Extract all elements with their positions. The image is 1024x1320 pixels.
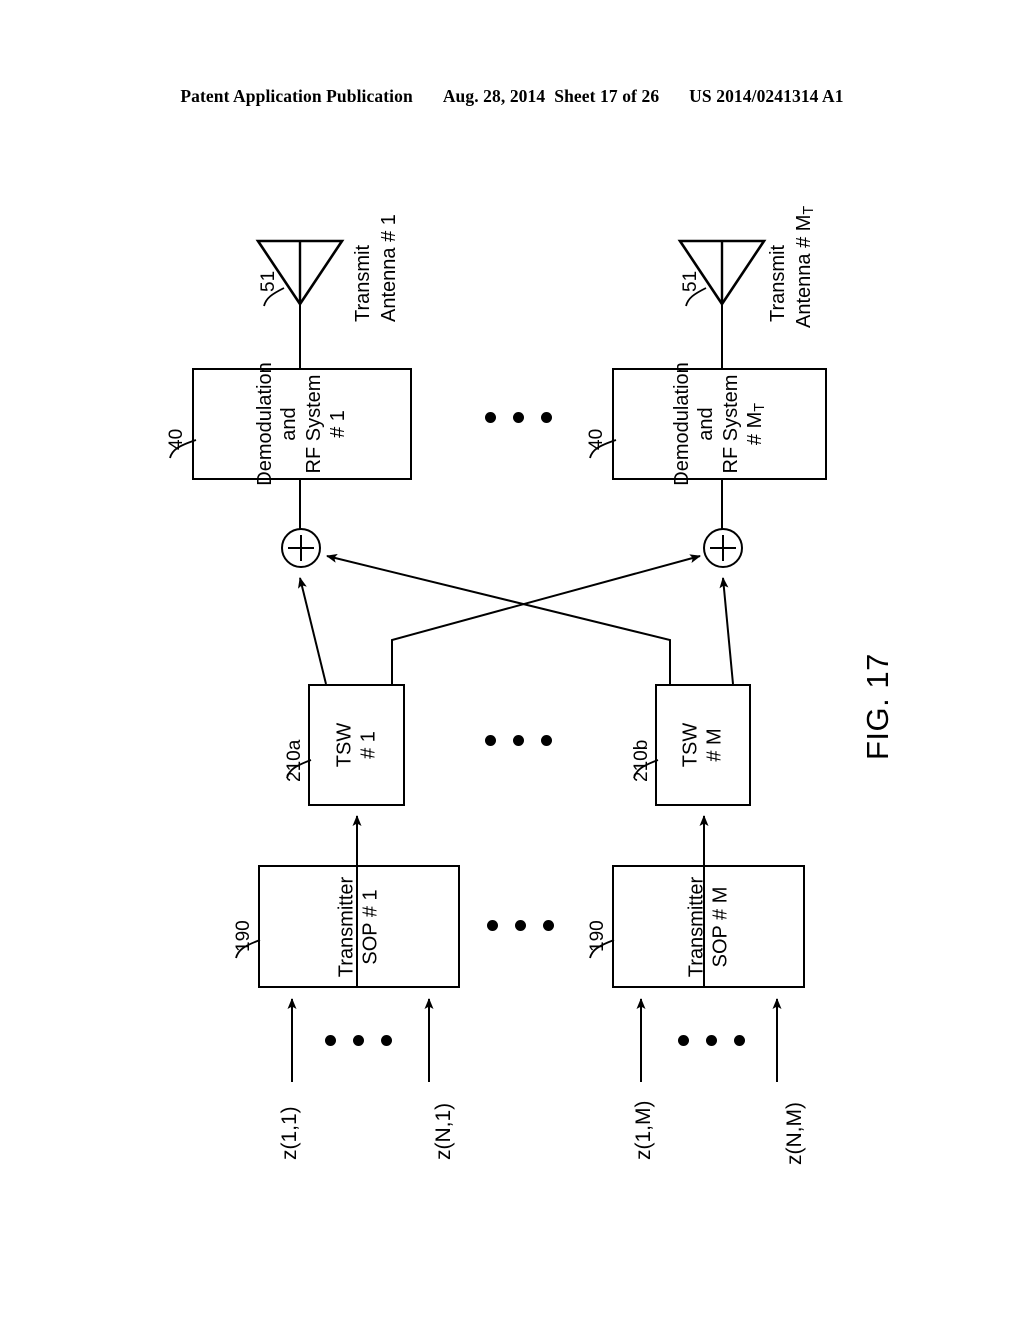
demod-1-line3: RF System — [303, 374, 325, 474]
antenna-mt-ref: 51 — [680, 270, 701, 292]
input-signal-label-2: z(N,1) — [432, 1102, 455, 1160]
dot — [734, 1035, 745, 1046]
ellipsis-demod-row — [485, 412, 552, 423]
dot — [487, 920, 498, 931]
ellipsis-inputs-right — [678, 1035, 745, 1046]
demod-1-line1: Demodulation — [254, 362, 277, 486]
sop-1-ref: 190 — [233, 920, 254, 952]
summing-junction-1[interactable] — [281, 528, 321, 568]
demod-mt-line1: Demodulation — [670, 362, 693, 486]
sop-1-line2: SOP # 1 — [360, 888, 382, 965]
demod-1-ref: 40 — [166, 428, 187, 450]
transmit-antenna-1-label-line2: Antenna # 1 — [378, 214, 400, 322]
ellipsis-tsw-row — [485, 735, 552, 746]
tsw-m-ref: 210b — [631, 739, 652, 782]
dot — [485, 735, 496, 746]
dot — [325, 1035, 336, 1046]
demod-mt-label: Demodulation and RF System # MT — [670, 362, 770, 485]
demod-1-label: Demodulation and RF System # 1 — [253, 362, 351, 485]
tsw-1-block[interactable]: TSW # 1 — [308, 684, 405, 806]
tsw-1-to-summer-1-wire — [298, 577, 327, 685]
tsw-m-line1: TSW — [679, 722, 702, 768]
transmit-antenna-1-label-line1: Transmit — [352, 244, 374, 322]
tsw-1-ref: 210a — [284, 739, 305, 782]
tsw-m-label: TSW # M — [679, 723, 728, 767]
demod-mt-line4: # MT — [743, 402, 768, 446]
dot — [485, 412, 496, 423]
demod-mt-line3: RF System — [719, 374, 742, 474]
demodulation-rf-system-mt-block[interactable]: Demodulation and RF System # MT — [612, 362, 827, 486]
sop-m-line2: SOP # M — [709, 886, 732, 967]
dot — [543, 920, 554, 931]
tsw-m-line2: # M — [704, 728, 726, 762]
tsw-1-label: TSW # 1 — [332, 723, 381, 767]
summer-mt-to-demod-mt-line — [721, 480, 723, 530]
tsw-m-block[interactable]: TSW # M — [655, 684, 751, 806]
demod-mt-ref: 40 — [586, 428, 607, 450]
ellipsis-sop-row — [487, 920, 554, 931]
dot — [541, 735, 552, 746]
tsw-m-to-summer-1-crossover-wire — [326, 554, 671, 684]
sop-m-label: Transmitter SOP # M — [684, 876, 733, 976]
demod-1-line4: # 1 — [327, 410, 350, 438]
dot — [381, 1035, 392, 1046]
tsw-1-to-summer-mt-crossover-wire — [391, 554, 701, 684]
summing-junction-mt[interactable] — [703, 528, 743, 568]
sop-m-ref: 190 — [587, 920, 608, 952]
dot — [706, 1035, 717, 1046]
dot — [678, 1035, 689, 1046]
tsw-1-line1: TSW — [333, 722, 356, 768]
header-publication: Patent Application Publication — [180, 86, 413, 106]
dot — [541, 412, 552, 423]
header-patent-number: US 2014/0241314 A1 — [689, 86, 844, 106]
transmitter-sop-m-block[interactable]: Transmitter SOP # M — [612, 865, 805, 988]
tsw-1-line2: # 1 — [357, 731, 380, 759]
dot — [515, 920, 526, 931]
transmit-antenna-mt-label-line1: Transmit — [767, 244, 789, 322]
antenna-mt-feed-line — [721, 303, 723, 369]
page-header: Patent Application Publication Aug. 28, 2… — [0, 86, 1024, 107]
antenna-1-ref: 51 — [258, 270, 279, 292]
header-date: Aug. 28, 2014 — [442, 86, 546, 106]
input-signal-label-1: z(1,1) — [278, 1106, 301, 1160]
demodulation-rf-system-1-block[interactable]: Demodulation and RF System # 1 — [192, 362, 412, 486]
sop-1-label: Transmitter SOP # 1 — [335, 876, 384, 976]
demod-1-line2: and — [278, 407, 301, 441]
summer-1-to-demod-1-line — [299, 480, 301, 530]
transmit-antenna-mt-label-line2: Antenna # MT — [793, 205, 818, 328]
plus-icon-vertical — [722, 535, 724, 561]
antenna-1-feed-line — [299, 303, 301, 369]
dot — [353, 1035, 364, 1046]
header-sheet: Sheet 17 of 26 — [554, 86, 660, 106]
sop-1-line1: Transmitter — [335, 876, 358, 977]
input-signal-label-3: z(1,M) — [632, 1100, 655, 1161]
figure-caption: FIG. 17 — [860, 653, 895, 760]
demod-mt-line2: and — [694, 407, 717, 441]
dot — [513, 412, 524, 423]
plus-icon-vertical — [300, 535, 302, 561]
transmitter-sop-1-block[interactable]: Transmitter SOP # 1 — [258, 865, 460, 988]
patent-page: Patent Application Publication Aug. 28, 2… — [0, 0, 1024, 1320]
ellipsis-inputs-left — [325, 1035, 392, 1046]
dot — [513, 735, 524, 746]
sop-m-line1: Transmitter — [685, 876, 708, 977]
input-signal-label-4: z(N,M) — [783, 1102, 806, 1165]
tsw-m-to-summer-mt-wire — [719, 577, 734, 685]
